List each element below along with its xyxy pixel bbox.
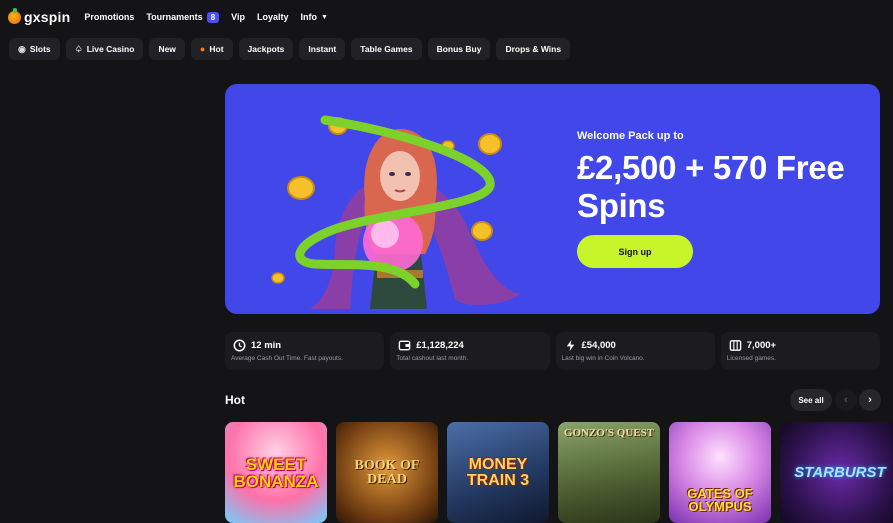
logo-icon bbox=[8, 7, 21, 24]
category-label: Table Games bbox=[360, 44, 413, 54]
chevron-left-icon: ‹ bbox=[844, 394, 848, 406]
spade-icon: ♤ bbox=[74, 43, 83, 54]
stat-value: 12 min bbox=[251, 340, 282, 351]
chevron-down-icon: ▼ bbox=[321, 13, 328, 21]
stat-card: £54,000 Last big win in Coin Volcano. bbox=[555, 332, 715, 370]
game-tile-gonzos-quest[interactable]: Gonzo's Quest bbox=[558, 422, 660, 523]
section-title-hot: Hot bbox=[225, 393, 245, 407]
welcome-banner[interactable]: Welcome Pack up to £2,500 + 570 Free Spi… bbox=[225, 84, 880, 314]
stat-card: 12 min Average Cash Out Time. Fast payou… bbox=[225, 332, 385, 370]
stats-row: 12 min Average Cash Out Time. Fast payou… bbox=[225, 332, 880, 370]
wallet-icon bbox=[398, 340, 411, 351]
games-icon bbox=[729, 340, 742, 351]
game-title: Sweet Bonanza bbox=[233, 454, 319, 491]
brand-logo[interactable]: gxspin bbox=[8, 7, 71, 25]
game-title: Starburst bbox=[794, 464, 886, 481]
category-table-games[interactable]: Table Games bbox=[351, 38, 422, 60]
nav-info-label: Info bbox=[300, 12, 318, 22]
game-tile-gates-of-olympus[interactable]: Gates of Olympus bbox=[669, 422, 771, 523]
see-all-button[interactable]: See all bbox=[790, 389, 832, 411]
stat-description: Last big win in Coin Volcano. bbox=[561, 355, 645, 362]
category-label: Live Casino bbox=[86, 44, 135, 54]
slots-icon: ◉ bbox=[18, 43, 26, 54]
stat-value: 7,000+ bbox=[746, 340, 777, 351]
chevron-right-icon: › bbox=[868, 394, 872, 406]
stat-card: 7,000+ Licensed games. bbox=[720, 332, 880, 370]
stat-description: Licensed games. bbox=[726, 355, 776, 362]
category-slots[interactable]: ◉ Slots bbox=[9, 38, 60, 60]
lightning-icon bbox=[566, 339, 574, 352]
category-hot[interactable]: ● Hot bbox=[190, 38, 233, 60]
nav-promotions[interactable]: Promotions bbox=[84, 12, 134, 22]
hero-illustration bbox=[271, 115, 520, 309]
stat-value: £1,128,224 bbox=[416, 340, 464, 351]
carousel-prev-button[interactable]: ‹ bbox=[835, 389, 857, 411]
nav-tournaments-label: Tournaments bbox=[146, 12, 203, 22]
nav-vip[interactable]: Vip bbox=[231, 12, 245, 22]
stat-value: £54,000 bbox=[581, 340, 616, 351]
category-label: Bonus Buy bbox=[436, 44, 482, 54]
category-bar: ◉ Slots ♤ Live Casino New ● Hot Jackpots… bbox=[9, 38, 571, 60]
category-label: Hot bbox=[209, 44, 224, 54]
category-label: Slots bbox=[29, 44, 51, 54]
brand-name: gxspin bbox=[24, 9, 71, 25]
category-instant[interactable]: Instant bbox=[299, 38, 346, 60]
flame-icon: ● bbox=[199, 44, 206, 54]
game-title: Gates of Olympus bbox=[687, 486, 753, 514]
clock-icon bbox=[233, 339, 246, 352]
game-tile-sweet-bonanza[interactable]: Sweet Bonanza bbox=[225, 422, 327, 523]
hot-games-carousel: Sweet Bonanza Book of Dead Money Train 3… bbox=[225, 422, 893, 523]
game-title: Gonzo's Quest bbox=[563, 427, 655, 439]
category-label: Drops & Wins bbox=[505, 44, 562, 54]
sign-up-button[interactable]: Sign up bbox=[577, 235, 693, 268]
nav-info[interactable]: Info ▼ bbox=[301, 12, 328, 22]
category-jackpots[interactable]: Jackpots bbox=[238, 38, 294, 60]
category-live-casino[interactable]: ♤ Live Casino bbox=[65, 38, 144, 60]
category-label: Instant bbox=[308, 44, 337, 54]
nav-loyalty[interactable]: Loyalty bbox=[257, 12, 289, 22]
nav-tournaments[interactable]: Tournaments 8 bbox=[146, 11, 220, 23]
game-title: Money Train 3 bbox=[466, 455, 530, 489]
category-label: Jackpots bbox=[247, 44, 285, 54]
stat-card: £1,128,224 Total cashout last month. bbox=[390, 332, 550, 370]
hero-title: £2,500 + 570 Free Spins bbox=[577, 149, 845, 224]
stat-description: Average Cash Out Time. Fast payouts. bbox=[231, 355, 343, 362]
tournaments-count-badge: 8 bbox=[206, 11, 220, 23]
category-label: New bbox=[158, 44, 176, 54]
category-bonus-buy[interactable]: Bonus Buy bbox=[427, 38, 491, 60]
stat-description: Total cashout last month. bbox=[396, 355, 469, 362]
top-nav: gxspin Promotions Tournaments 8 Vip Loya… bbox=[0, 0, 893, 34]
game-tile-money-train-3[interactable]: Money Train 3 bbox=[447, 422, 549, 523]
category-new[interactable]: New bbox=[149, 38, 185, 60]
game-tile-book-of-dead[interactable]: Book of Dead bbox=[336, 422, 438, 523]
category-drops-wins[interactable]: Drops & Wins bbox=[496, 38, 571, 60]
game-title: Book of Dead bbox=[354, 457, 420, 487]
game-tile-starburst[interactable]: Starburst bbox=[780, 422, 893, 523]
hero-subtitle: Welcome Pack up to bbox=[577, 130, 684, 142]
carousel-next-button[interactable]: › bbox=[859, 389, 881, 411]
